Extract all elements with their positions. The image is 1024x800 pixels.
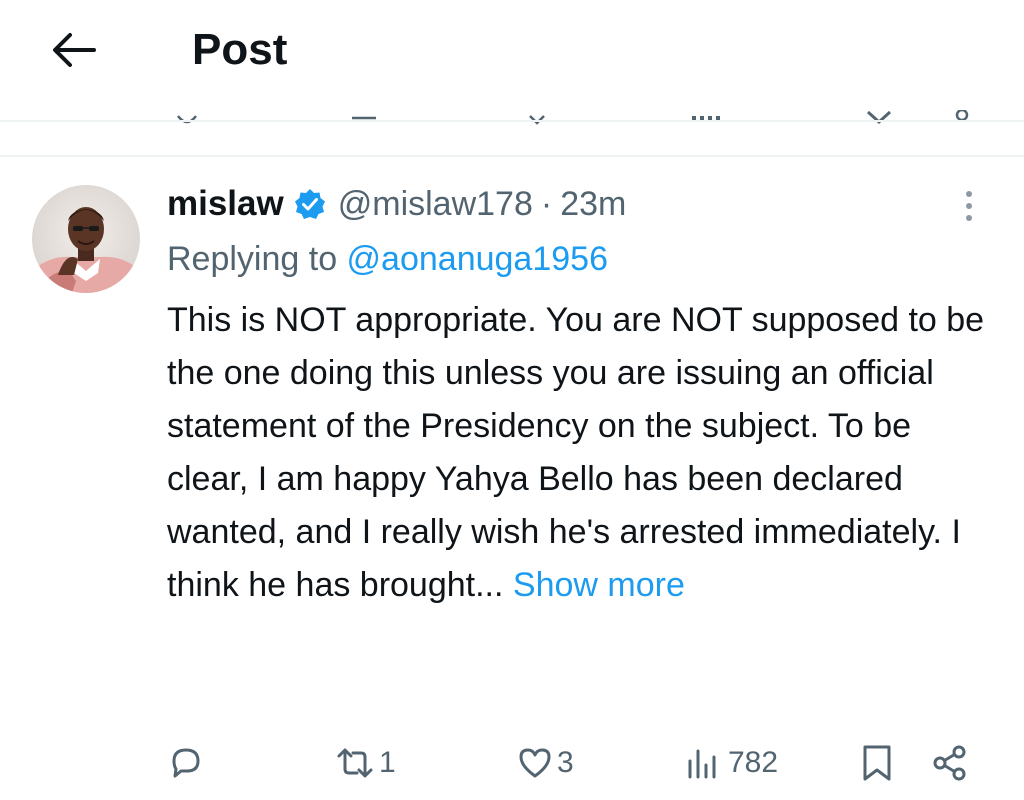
post-header: mislaw @mislaw178 · 23m xyxy=(167,180,626,228)
more-options-button[interactable] xyxy=(955,184,983,228)
repost-count: 1 xyxy=(379,746,396,779)
reply-icon xyxy=(166,743,206,783)
more-dots-icon xyxy=(966,191,972,197)
bookmark-button[interactable] xyxy=(858,740,896,786)
more-dots-icon xyxy=(966,203,972,209)
verified-badge-icon xyxy=(294,188,326,220)
avatar[interactable] xyxy=(32,185,140,293)
time-separator: · xyxy=(540,184,553,223)
views-count: 782 xyxy=(728,746,779,779)
heart-icon xyxy=(517,743,553,783)
post-timestamp[interactable]: 23m xyxy=(560,185,626,224)
more-dots-icon xyxy=(966,215,972,221)
show-more-link[interactable]: Show more xyxy=(513,566,685,604)
post-text: This is NOT appropriate. You are NOT sup… xyxy=(167,301,985,604)
bookmark-icon xyxy=(858,743,896,783)
replying-to-handle[interactable]: @aonanuga1956 xyxy=(347,240,608,278)
top-bar: Post xyxy=(0,0,1024,100)
reply-button[interactable] xyxy=(166,740,210,786)
replying-to-line: Replying to @aonanuga1956 xyxy=(167,236,608,282)
analytics-icon xyxy=(684,743,724,783)
post-actions: 1 3 782 xyxy=(0,740,1024,790)
divider xyxy=(0,120,1024,122)
author-name[interactable]: mislaw xyxy=(167,184,284,224)
share-icon xyxy=(930,743,970,783)
page-title: Post xyxy=(192,25,288,74)
replying-to-label: Replying to xyxy=(167,240,347,278)
back-button[interactable] xyxy=(44,20,104,80)
arrow-left-icon xyxy=(50,30,98,70)
like-count: 3 xyxy=(557,746,574,779)
views-button[interactable]: 782 xyxy=(684,740,778,786)
repost-icon xyxy=(335,743,375,783)
repost-button[interactable]: 1 xyxy=(335,740,396,786)
like-button[interactable]: 3 xyxy=(517,740,574,786)
previous-post-actions-clipped xyxy=(0,110,1024,128)
post-body: This is NOT appropriate. You are NOT sup… xyxy=(167,294,997,612)
divider xyxy=(0,155,1024,157)
share-button[interactable] xyxy=(930,740,970,786)
author-handle[interactable]: @mislaw178 xyxy=(338,185,533,224)
